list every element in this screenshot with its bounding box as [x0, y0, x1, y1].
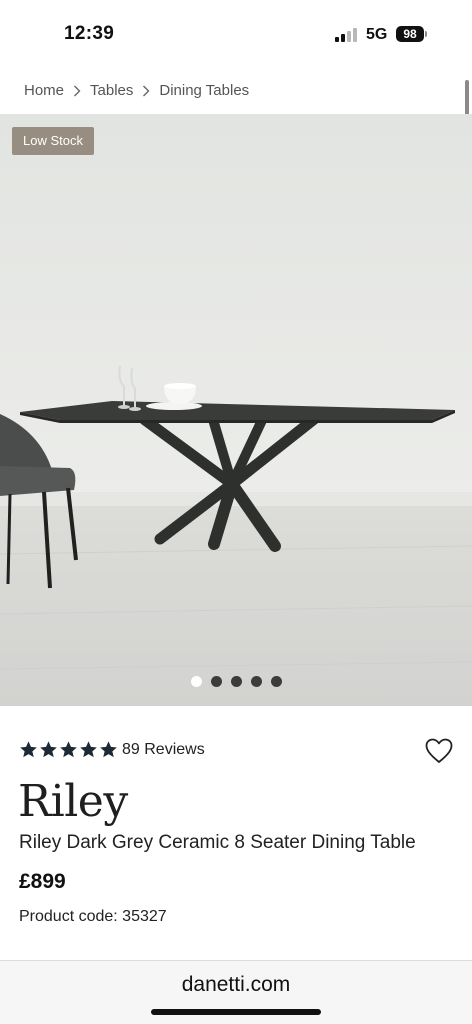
- chevron-right-icon: [64, 85, 90, 97]
- carousel-dot-1[interactable]: [190, 676, 202, 687]
- status-bar: 12:39 5G 98: [0, 0, 472, 66]
- battery-icon: 98: [396, 26, 424, 42]
- browser-address-bar[interactable]: danetti.com: [0, 960, 472, 1024]
- star-icon: [60, 741, 77, 758]
- star-icon: [40, 741, 57, 758]
- wishlist-heart-icon[interactable]: [425, 738, 453, 764]
- carousel-dot-4[interactable]: [250, 676, 262, 687]
- carousel-dot-5[interactable]: [270, 676, 282, 687]
- star-icon: [100, 741, 117, 758]
- product-price: £899: [19, 870, 66, 893]
- signal-icon: [335, 28, 359, 42]
- breadcrumb-tables[interactable]: Tables: [90, 82, 133, 99]
- network-type: 5G: [366, 26, 388, 43]
- breadcrumb-dining-tables[interactable]: Dining Tables: [159, 82, 249, 99]
- url-text[interactable]: danetti.com: [0, 973, 472, 997]
- star-icon: [80, 741, 97, 758]
- carousel-dot-2[interactable]: [210, 676, 222, 687]
- reviews-link[interactable]: 89 Reviews: [122, 741, 205, 759]
- carousel-dot-3[interactable]: [230, 676, 242, 687]
- rating-row[interactable]: 89 Reviews: [19, 740, 205, 759]
- product-code: Product code: 35327: [19, 908, 167, 925]
- chevron-right-icon: [133, 85, 159, 97]
- product-image-carousel[interactable]: Low Stock: [0, 114, 472, 706]
- product-name: Riley Dark Grey Ceramic 8 Seater Dining …: [19, 832, 416, 853]
- carousel-dots: [0, 676, 472, 687]
- breadcrumb: Home Tables Dining Tables: [24, 82, 249, 99]
- home-indicator[interactable]: [151, 1009, 321, 1015]
- product-brand-title: Riley: [18, 776, 128, 827]
- star-rating: [19, 740, 118, 759]
- status-time: 12:39: [64, 23, 115, 44]
- low-stock-badge: Low Stock: [12, 127, 94, 155]
- star-icon: [20, 741, 37, 758]
- breadcrumb-home[interactable]: Home: [24, 82, 64, 99]
- battery-cap: [425, 31, 427, 37]
- dining-table-photo: [0, 114, 472, 706]
